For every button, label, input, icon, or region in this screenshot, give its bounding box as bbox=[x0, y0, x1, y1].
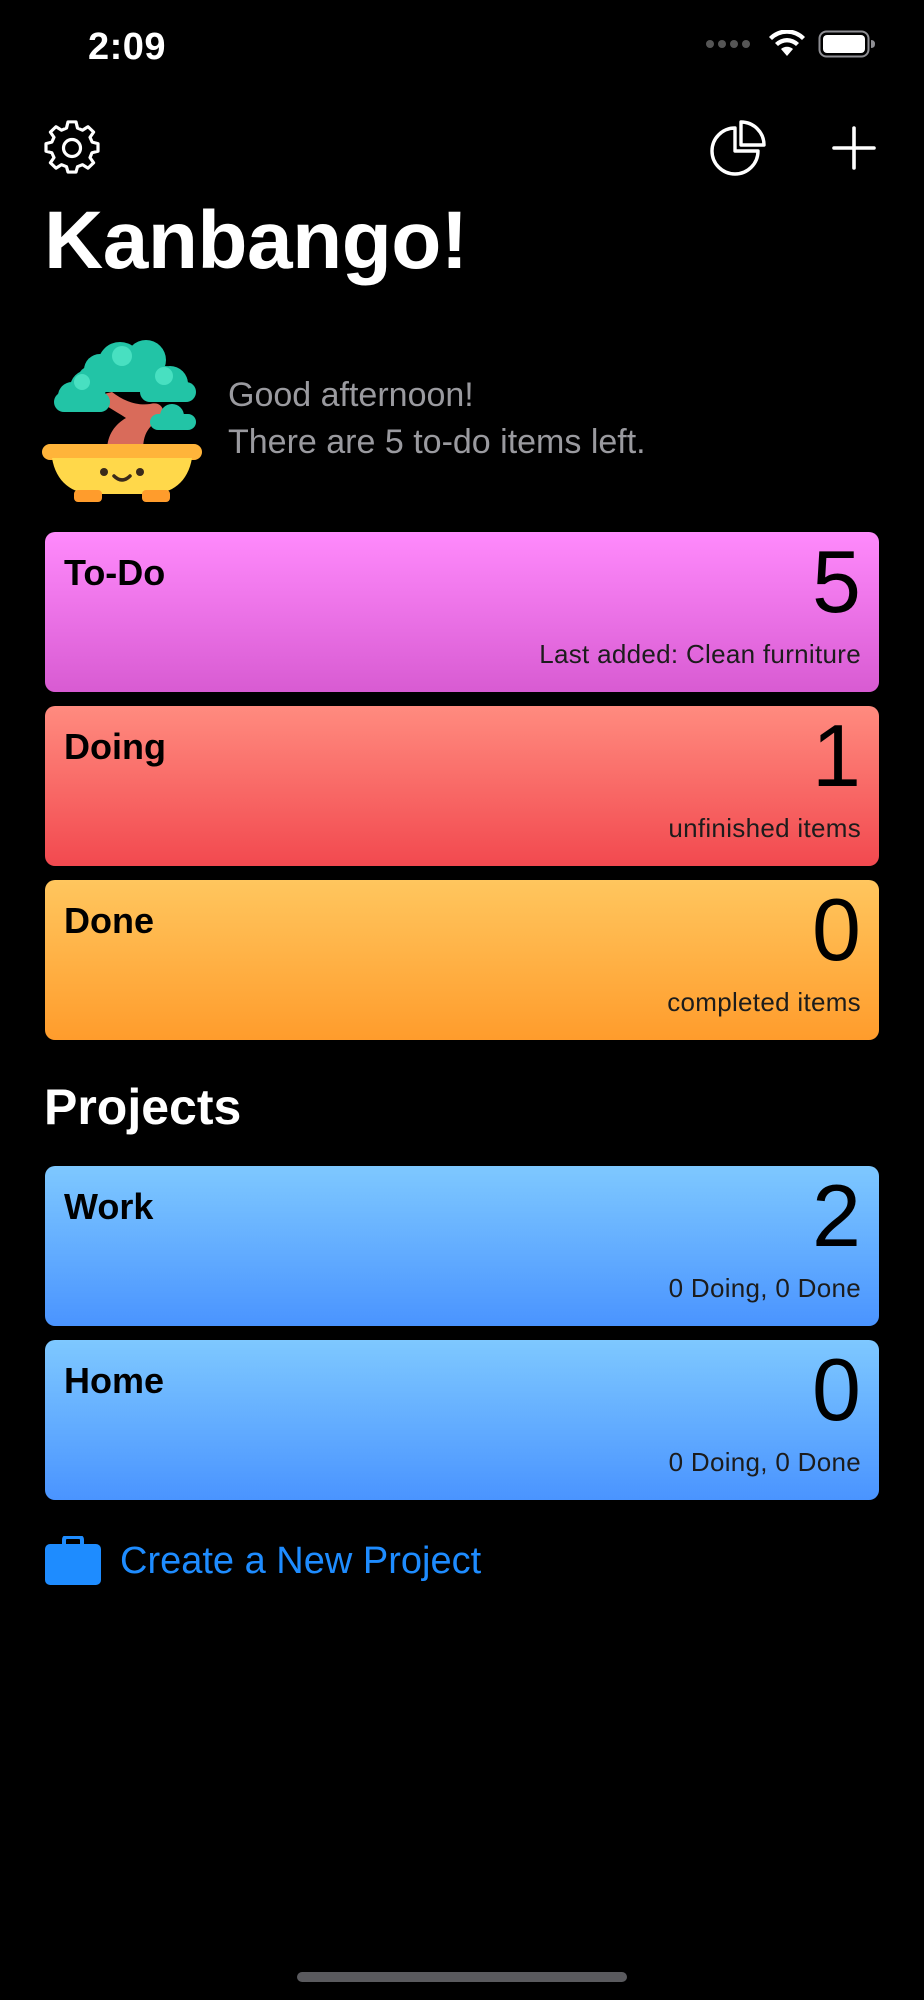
card-subtitle: 0 Doing, 0 Done bbox=[668, 1273, 861, 1303]
card-subtitle: completed items bbox=[667, 987, 861, 1017]
card-subtitle: Last added: Clean furniture bbox=[539, 639, 861, 669]
card-subtitle: unfinished items bbox=[668, 813, 861, 843]
card-label: Done bbox=[64, 900, 154, 941]
doing-card[interactable]: Doing 1 unfinished items bbox=[45, 706, 879, 866]
battery-icon bbox=[818, 30, 875, 58]
create-project-label: Create a New Project bbox=[120, 1539, 482, 1582]
create-project-button[interactable]: Create a New Project bbox=[44, 1536, 481, 1586]
status-bar-icons bbox=[706, 30, 876, 58]
briefcase-icon bbox=[45, 1536, 101, 1585]
done-card[interactable]: Done 0 completed items bbox=[45, 880, 879, 1040]
projects-section-title: Projects bbox=[44, 1079, 242, 1135]
card-label: Doing bbox=[64, 726, 166, 767]
greeting-text: Good afternoon! There are 5 to-do items … bbox=[228, 372, 646, 466]
card-label: To-Do bbox=[64, 552, 166, 593]
add-item-button[interactable] bbox=[820, 116, 888, 180]
todo-card[interactable]: To-Do 5 Last added: Clean furniture bbox=[45, 532, 879, 692]
card-count: 1 bbox=[812, 706, 861, 805]
project-card-home[interactable]: Home 0 0 Doing, 0 Done bbox=[45, 1340, 879, 1500]
card-count: 5 bbox=[812, 532, 861, 631]
statistics-button[interactable] bbox=[704, 116, 772, 180]
greeting-line-1: Good afternoon! bbox=[228, 376, 474, 414]
wifi-icon bbox=[769, 30, 805, 56]
greeting-line-2: There are 5 to-do items left. bbox=[228, 423, 646, 461]
home-indicator[interactable] bbox=[297, 1972, 627, 1982]
card-count: 2 bbox=[812, 1166, 861, 1265]
project-card-work[interactable]: Work 2 0 Doing, 0 Done bbox=[45, 1166, 879, 1326]
pie-chart-icon bbox=[710, 120, 766, 176]
status-bar-time: 2:09 bbox=[88, 26, 167, 68]
bonsai-icon bbox=[42, 340, 202, 502]
card-label: Home bbox=[64, 1360, 165, 1401]
card-label: Work bbox=[64, 1186, 154, 1227]
card-subtitle: 0 Doing, 0 Done bbox=[668, 1447, 861, 1477]
app-title: Kanbango! bbox=[44, 195, 468, 286]
plus-icon bbox=[832, 126, 876, 170]
settings-button[interactable] bbox=[40, 116, 104, 180]
card-count: 0 bbox=[812, 880, 861, 979]
card-count: 0 bbox=[812, 1340, 861, 1439]
signal-icon bbox=[706, 40, 750, 48]
gear-icon bbox=[44, 120, 100, 174]
